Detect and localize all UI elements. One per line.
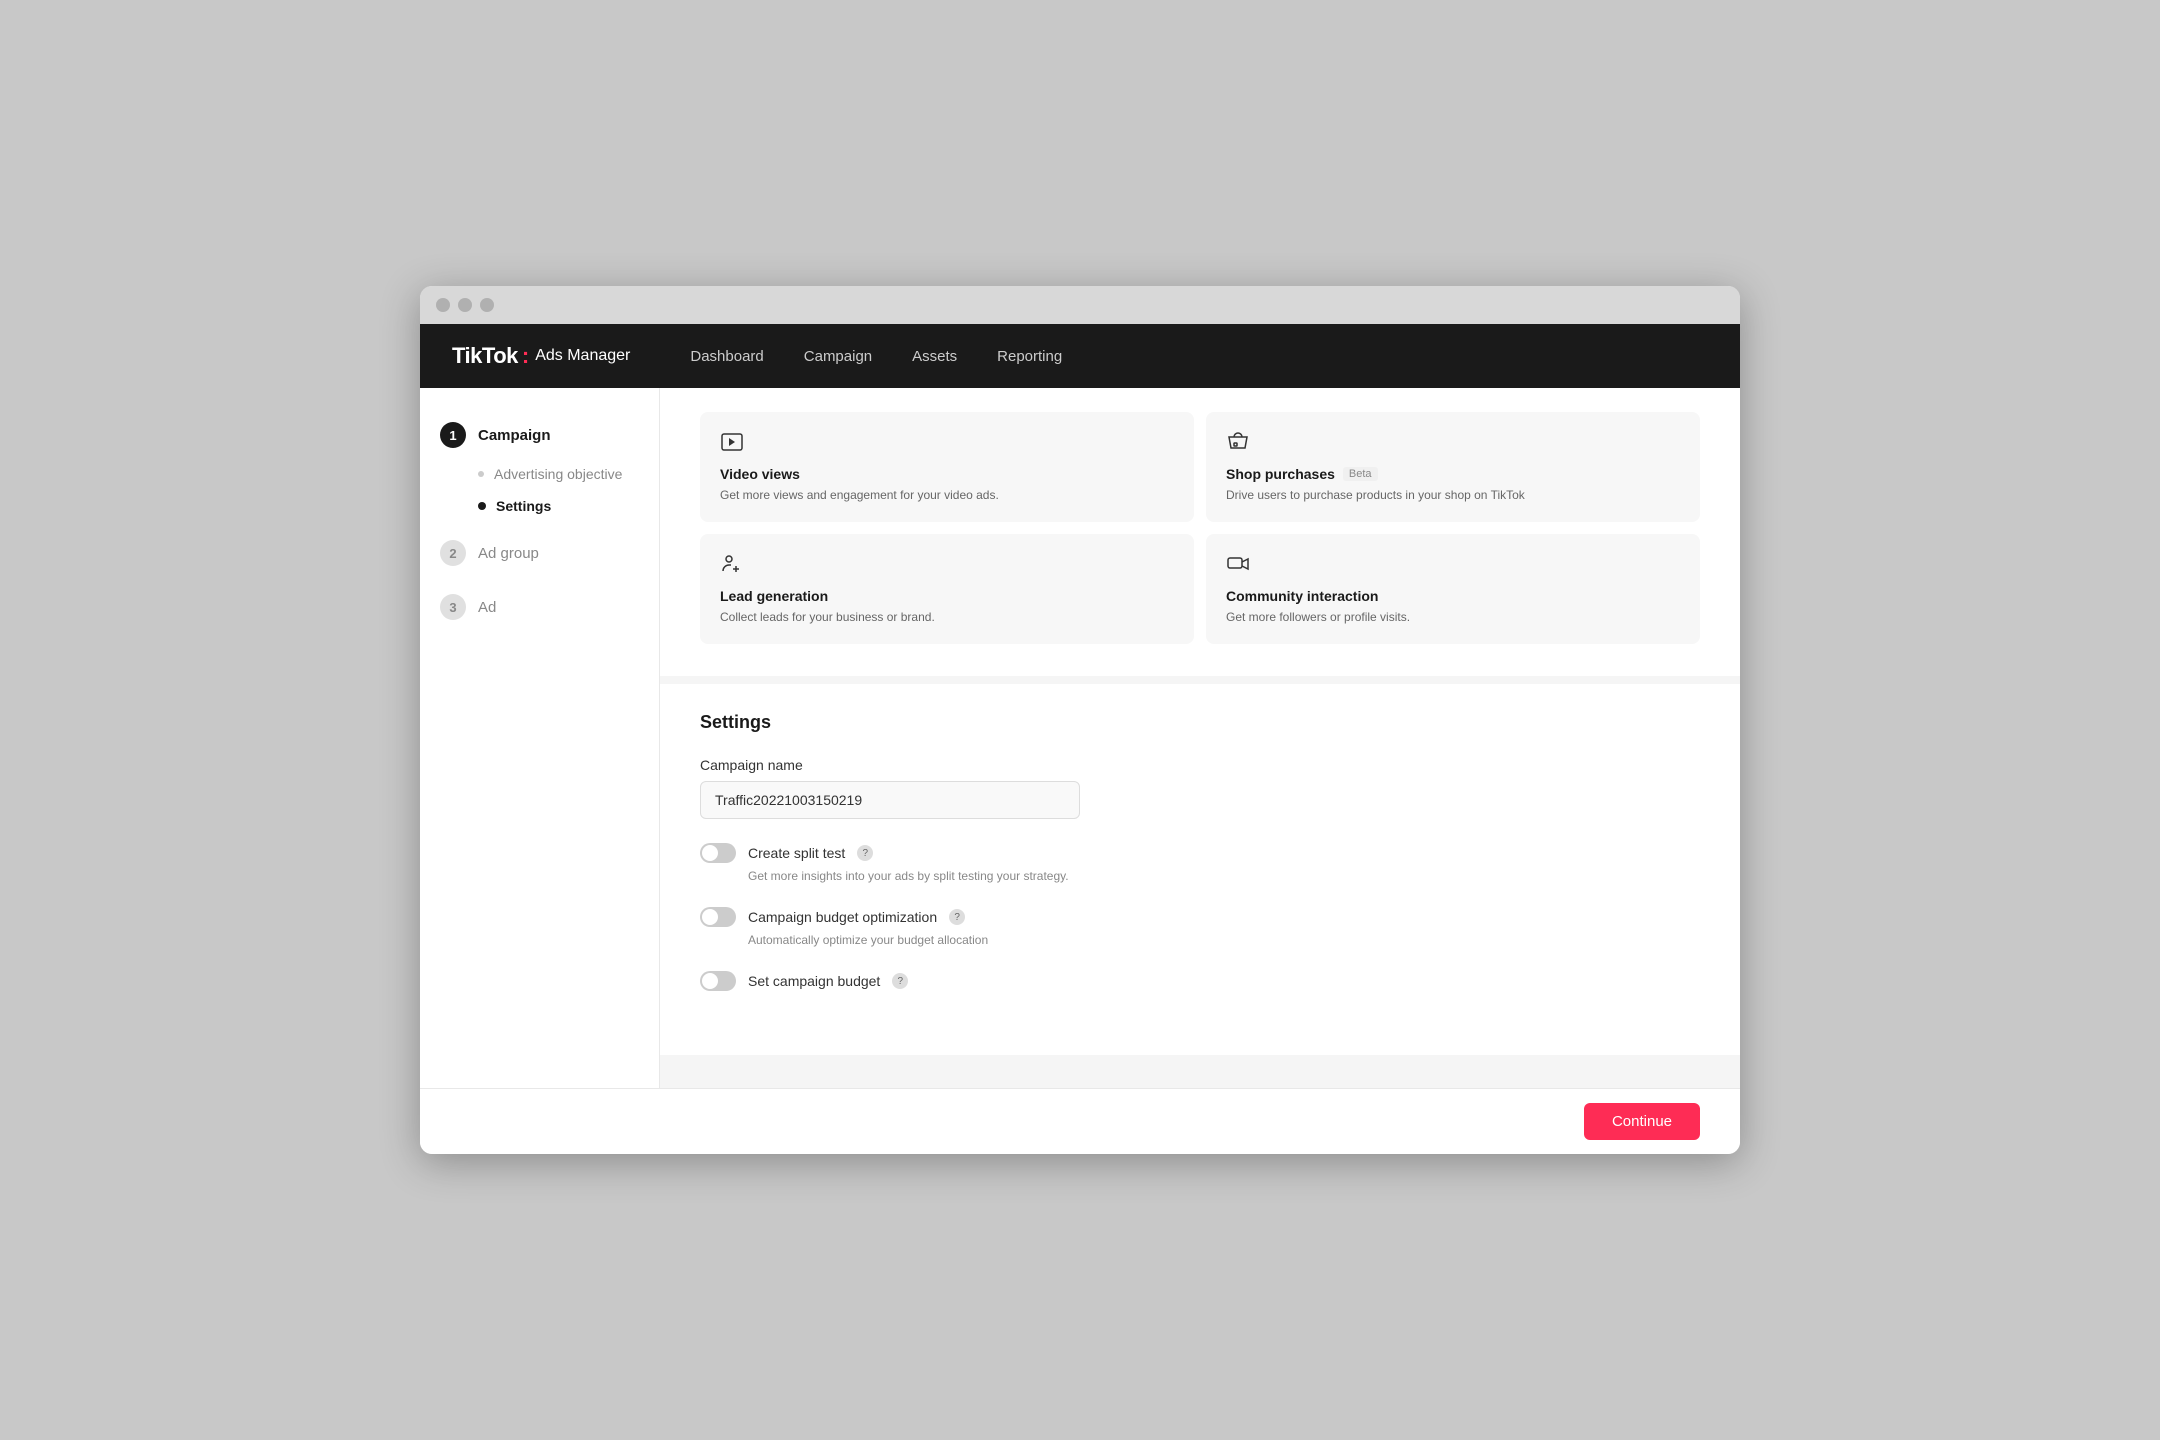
footer-bar: Continue (420, 1088, 1740, 1154)
lead-generation-icon (720, 552, 1174, 582)
objectives-grid: Video views Get more views and engagemen… (700, 412, 1700, 644)
split-test-desc: Get more insights into your ads by split… (700, 869, 1700, 883)
set-budget-row: Set campaign budget ? (700, 971, 1700, 991)
sidebar-step-campaign[interactable]: 1 Campaign (420, 412, 659, 458)
settings-title: Settings (700, 712, 1700, 733)
sidebar-section-adgroup: 2 Ad group (420, 530, 659, 576)
browser-dot-yellow (458, 298, 472, 312)
logo-ads-text: Ads Manager (535, 347, 630, 365)
community-interaction-icon (1226, 552, 1680, 582)
browser-window: TikTok : Ads Manager Dashboard Campaign … (420, 286, 1740, 1154)
split-test-toggle[interactable] (700, 843, 736, 863)
sub-label-advertising: Advertising objective (494, 466, 622, 482)
shop-purchases-desc: Drive users to purchase products in your… (1226, 486, 1680, 504)
browser-chrome (420, 286, 1740, 324)
continue-button[interactable]: Continue (1584, 1103, 1700, 1140)
step-label-ad: Ad (478, 599, 496, 616)
nav-assets[interactable]: Assets (912, 340, 957, 373)
set-budget-group: Set campaign budget ? (700, 971, 1700, 991)
step-label-campaign: Campaign (478, 427, 551, 444)
objective-card-lead-generation[interactable]: Lead generation Collect leads for your b… (700, 534, 1194, 644)
app-container: TikTok : Ads Manager Dashboard Campaign … (420, 324, 1740, 1154)
nav-reporting[interactable]: Reporting (997, 340, 1062, 373)
budget-optimization-toggle[interactable] (700, 907, 736, 927)
sub-dot-settings (478, 502, 486, 510)
objective-card-community-interaction[interactable]: Community interaction Get more followers… (1206, 534, 1700, 644)
budget-optimization-group: Campaign budget optimization ? Automatic… (700, 907, 1700, 947)
browser-dot-red (436, 298, 450, 312)
top-nav: TikTok : Ads Manager Dashboard Campaign … (420, 324, 1740, 388)
sub-label-settings: Settings (496, 498, 551, 514)
shop-purchases-icon (1226, 430, 1680, 460)
logo: TikTok : Ads Manager (452, 343, 630, 369)
sidebar-sub-advertising[interactable]: Advertising objective (420, 458, 659, 490)
sidebar-step-ad[interactable]: 3 Ad (420, 584, 659, 630)
community-interaction-title: Community interaction (1226, 588, 1680, 604)
objective-card-video-views[interactable]: Video views Get more views and engagemen… (700, 412, 1194, 522)
lead-generation-title: Lead generation (720, 588, 1174, 604)
step-number-1: 1 (440, 422, 466, 448)
sidebar-sub-settings[interactable]: Settings (420, 490, 659, 522)
community-interaction-desc: Get more followers or profile visits. (1226, 608, 1680, 626)
step-number-3: 3 (440, 594, 466, 620)
logo-dot: : (522, 343, 529, 369)
sidebar-section-ad: 3 Ad (420, 584, 659, 630)
video-views-title: Video views (720, 466, 1174, 482)
set-budget-help-icon[interactable]: ? (892, 973, 908, 989)
step-label-adgroup: Ad group (478, 545, 539, 562)
main-layout: 1 Campaign Advertising objective Setting… (420, 388, 1740, 1088)
beta-badge: Beta (1343, 467, 1378, 481)
sidebar: 1 Campaign Advertising objective Setting… (420, 388, 660, 1088)
campaign-name-input[interactable] (700, 781, 1080, 819)
split-test-row: Create split test ? (700, 843, 1700, 863)
video-views-desc: Get more views and engagement for your v… (720, 486, 1174, 504)
settings-section: Settings Campaign name Create split test… (660, 684, 1740, 1055)
budget-optimization-desc: Automatically optimize your budget alloc… (700, 933, 1700, 947)
step-number-2: 2 (440, 540, 466, 566)
campaign-name-group: Campaign name (700, 757, 1700, 819)
split-test-help-icon[interactable]: ? (857, 845, 873, 861)
sub-dot-advertising (478, 471, 484, 477)
lead-generation-desc: Collect leads for your business or brand… (720, 608, 1174, 626)
objective-card-shop-purchases[interactable]: Shop purchases Beta Drive users to purch… (1206, 412, 1700, 522)
nav-dashboard[interactable]: Dashboard (690, 340, 763, 373)
split-test-label: Create split test (748, 845, 845, 861)
logo-tiktok-text: TikTok (452, 343, 518, 369)
campaign-name-label: Campaign name (700, 757, 1700, 773)
video-views-icon (720, 430, 1174, 460)
shop-purchases-title: Shop purchases Beta (1226, 466, 1680, 482)
content-area: Video views Get more views and engagemen… (660, 388, 1740, 1088)
budget-optimization-label: Campaign budget optimization (748, 909, 937, 925)
nav-campaign[interactable]: Campaign (804, 340, 872, 373)
split-test-group: Create split test ? Get more insights in… (700, 843, 1700, 883)
browser-dot-green (480, 298, 494, 312)
sidebar-step-adgroup[interactable]: 2 Ad group (420, 530, 659, 576)
nav-items: Dashboard Campaign Assets Reporting (690, 340, 1062, 373)
budget-optimization-row: Campaign budget optimization ? (700, 907, 1700, 927)
budget-optimization-help-icon[interactable]: ? (949, 909, 965, 925)
objectives-section: Video views Get more views and engagemen… (660, 388, 1740, 676)
set-budget-toggle[interactable] (700, 971, 736, 991)
set-budget-label: Set campaign budget (748, 973, 880, 989)
sidebar-section-campaign: 1 Campaign Advertising objective Setting… (420, 412, 659, 522)
